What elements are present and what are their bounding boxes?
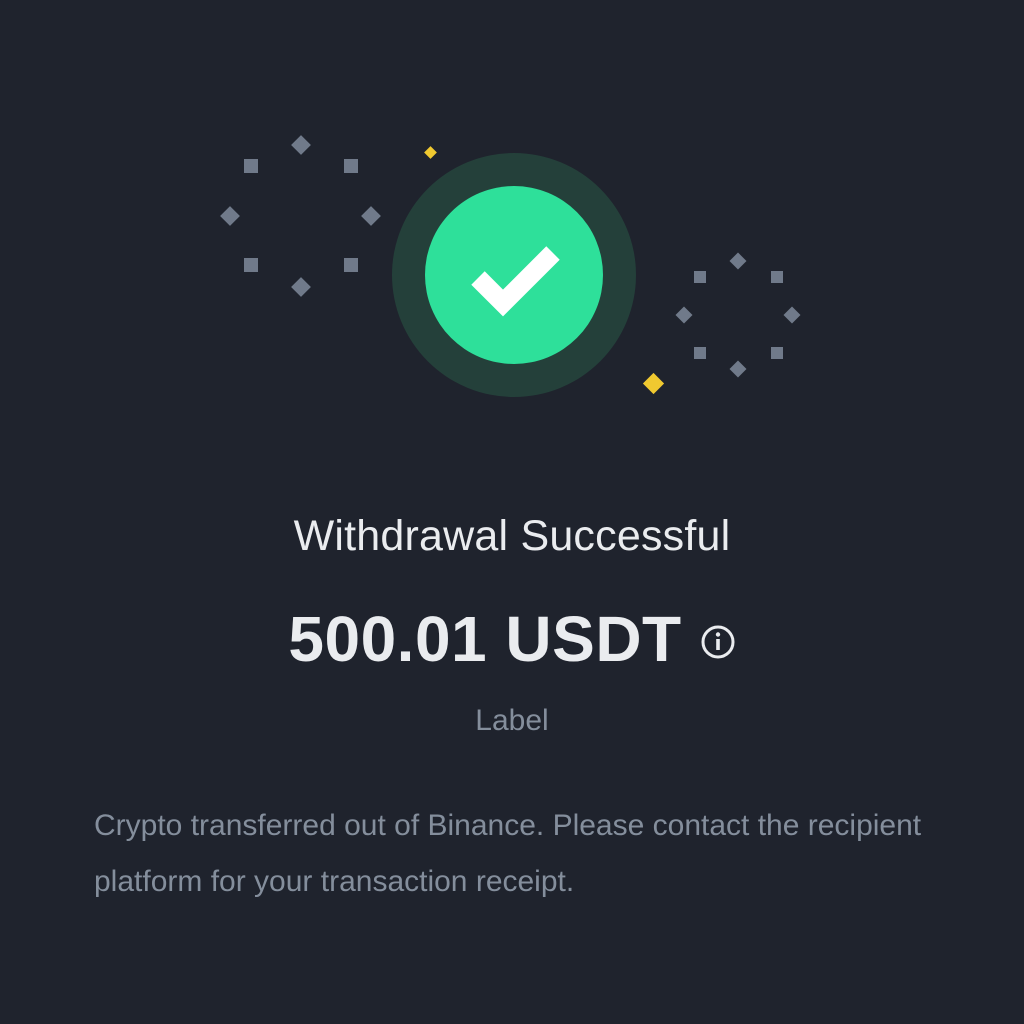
confetti-square <box>694 347 706 359</box>
confetti-diamond <box>361 206 381 226</box>
success-illustration-svg <box>220 135 801 397</box>
confetti-left <box>220 135 381 297</box>
confetti-right <box>675 252 801 378</box>
status-description: Crypto transferred out of Binance. Pleas… <box>94 809 922 898</box>
confetti-diamond <box>729 360 747 378</box>
confetti-square <box>771 347 783 359</box>
confetti-diamond <box>783 306 801 324</box>
sparkle-yellow-large <box>642 372 665 395</box>
confetti-diamond <box>729 252 747 270</box>
withdrawal-success-screen: Withdrawal Successful 500.01 USDT Label … <box>0 0 1024 1024</box>
confetti-square <box>694 271 706 283</box>
confetti-diamond <box>220 206 240 226</box>
confetti-diamond <box>675 306 693 324</box>
success-illustration <box>0 0 1024 460</box>
confetti-square <box>771 271 783 283</box>
confetti-diamond <box>291 135 311 155</box>
confetti-square <box>344 258 358 272</box>
info-icon[interactable] <box>700 624 736 660</box>
withdrawal-amount: 500.01 USDT <box>288 603 682 675</box>
amount-row: 500.01 USDT <box>0 602 1024 676</box>
confetti-square <box>244 159 258 173</box>
confetti-diamond <box>291 277 311 297</box>
success-badge <box>425 186 603 364</box>
page-title: Withdrawal Successful <box>293 512 731 560</box>
confetti-square <box>244 258 258 272</box>
sparkle-yellow-small <box>424 146 437 159</box>
amount-label: Label <box>475 704 549 737</box>
confetti-square <box>344 159 358 173</box>
